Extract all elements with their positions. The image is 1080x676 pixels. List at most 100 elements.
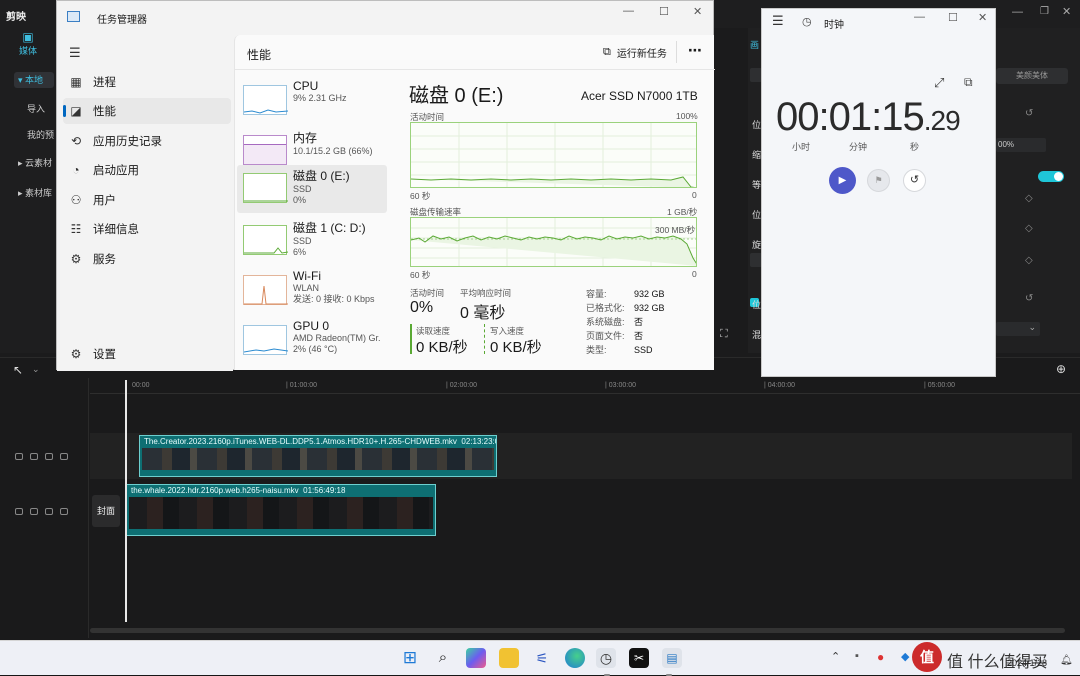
- keyframe-icon-2[interactable]: ◇: [1025, 193, 1033, 204]
- chevron-up-icon[interactable]: ⌃: [831, 650, 840, 663]
- track-icon[interactable]: [15, 453, 23, 460]
- scale-input[interactable]: 00%: [996, 138, 1046, 152]
- keyframe-icon-3[interactable]: ◇: [1025, 223, 1033, 234]
- minimize-icon[interactable]: —: [623, 5, 634, 17]
- more-icon[interactable]: ⋯: [688, 42, 702, 59]
- nav-processes[interactable]: ▦ 进程: [63, 69, 231, 95]
- right-tab[interactable]: 画: [750, 38, 759, 51]
- track2-controls[interactable]: [15, 507, 75, 518]
- sidebar-item-local[interactable]: ▾ 本地: [14, 72, 54, 88]
- cover-button[interactable]: 封面: [92, 495, 120, 527]
- watermark-logo: 值: [912, 642, 942, 672]
- tray-icon-2[interactable]: ●: [877, 650, 884, 664]
- capcut-icon[interactable]: ✂: [629, 648, 649, 668]
- copilot-icon[interactable]: [466, 648, 486, 668]
- playhead[interactable]: [125, 380, 127, 622]
- blend-dropdown[interactable]: ⌄: [996, 322, 1040, 336]
- nav-settings[interactable]: ⚙ 设置: [63, 341, 231, 367]
- nav-details[interactable]: ☷ 详细信息: [63, 216, 231, 242]
- clip-creator[interactable]: The.Creator.2023.2160p.iTunes.WEB-DL.DDP…: [139, 435, 497, 477]
- tray-icon-1[interactable]: ▪: [855, 650, 859, 662]
- expand-icon[interactable]: ⤢: [934, 75, 944, 91]
- hamburger-icon[interactable]: ☰: [772, 13, 784, 29]
- device-wifi[interactable]: Wi-Fi WLAN 发送: 0 接收: 0 Kbps: [237, 267, 387, 315]
- start-icon[interactable]: ⊞: [400, 648, 420, 668]
- minimize-icon[interactable]: —: [914, 11, 925, 23]
- device-disk1[interactable]: 磁盘 1 (C: D:) SSD 6%: [237, 217, 387, 265]
- prop-value: 否: [634, 317, 644, 327]
- reset-button[interactable]: ↺: [903, 169, 926, 192]
- audio-icon[interactable]: [60, 508, 68, 515]
- run-new-task-button[interactable]: ⧉ 运行新任务: [603, 45, 667, 60]
- clip-whale[interactable]: the.whale.2022.hdr.2160p.web.h265-naisu.…: [126, 484, 436, 536]
- network-tool-icon[interactable]: ⚟: [532, 648, 552, 668]
- close-icon[interactable]: ✕: [693, 5, 702, 18]
- track-icon[interactable]: [15, 508, 23, 515]
- ruler-5: | 05:00:00: [924, 382, 956, 389]
- device-sub: SSD: [293, 184, 312, 194]
- nav-users[interactable]: ⚇ 用户: [63, 187, 231, 213]
- play-button[interactable]: ▶: [829, 167, 856, 194]
- eye-icon[interactable]: [45, 453, 53, 460]
- reset-icon: ↺: [909, 174, 920, 186]
- toggle-switch[interactable]: [1038, 171, 1064, 182]
- eye-icon[interactable]: [45, 508, 53, 515]
- nav-performance[interactable]: ◪ 性能: [63, 98, 231, 124]
- clock-taskbar-icon[interactable]: ◷: [596, 648, 616, 668]
- keep-on-top-icon[interactable]: ⧉: [964, 75, 973, 90]
- startup-icon: ◔: [72, 163, 80, 177]
- device-disk0[interactable]: 磁盘 0 (E:) SSD 0%: [237, 165, 387, 213]
- nav-services[interactable]: ⚙ 服务: [63, 246, 231, 272]
- prop-value: SSD: [634, 345, 653, 355]
- nav-app-history[interactable]: ⟲ 应用历史记录: [63, 128, 231, 154]
- sidebar-item-import[interactable]: 导入: [27, 102, 45, 115]
- audio-icon[interactable]: [60, 453, 68, 460]
- time-ruler[interactable]: 00:00 | 01:00:00 | 02:00:00 | 03:00:00 |…: [90, 380, 1080, 394]
- minimize-icon[interactable]: —: [1012, 6, 1023, 18]
- lock-icon[interactable]: [30, 508, 38, 515]
- timeline-scrollbar[interactable]: [90, 628, 1065, 633]
- tray-icon-3[interactable]: ◆: [901, 650, 909, 663]
- lap-button[interactable]: ⚑: [867, 169, 890, 192]
- tab-media[interactable]: ▣ 媒体: [12, 30, 44, 60]
- beauty-tab[interactable]: 美颜美体: [996, 68, 1068, 84]
- flag-icon: ⚑: [874, 175, 883, 185]
- sidebar-item-presets[interactable]: 我的预: [27, 128, 54, 141]
- bell-icon[interactable]: 🔔︎: [1060, 655, 1073, 666]
- sidebar-item-library[interactable]: ▸ 素材库: [18, 186, 52, 199]
- device-gpu[interactable]: GPU 0 AMD Radeon(TM) Gr. 2% (46 °C): [237, 317, 387, 365]
- close-icon[interactable]: ✕: [1062, 5, 1071, 18]
- keyframe-icon[interactable]: ◇: [1025, 255, 1033, 266]
- close-icon[interactable]: ✕: [978, 11, 987, 24]
- hamburger-icon[interactable]: ☰: [69, 45, 81, 61]
- read-bar: [410, 324, 412, 354]
- file-explorer-icon[interactable]: [499, 648, 519, 668]
- fullscreen-icon[interactable]: ⛶: [720, 328, 728, 341]
- date-label: 2024/1/28: [1007, 658, 1048, 668]
- maximize-icon[interactable]: ☐: [659, 5, 669, 18]
- clip1-name: The.Creator.2023.2160p.iTunes.WEB-DL.DDP…: [144, 437, 457, 446]
- sidebar-item-cloud[interactable]: ▸ 云素材: [18, 156, 52, 169]
- search-icon[interactable]: ⌕: [433, 648, 453, 668]
- lock-icon[interactable]: [30, 453, 38, 460]
- cursor-tool-icon[interactable]: ↖: [13, 363, 23, 377]
- active-time-value: 0%: [410, 299, 434, 316]
- maximize-icon[interactable]: ☐: [948, 11, 958, 24]
- clock-title: 时钟: [824, 20, 844, 31]
- taskmgr-taskbar-icon[interactable]: ▤: [662, 648, 682, 668]
- nav-startup[interactable]: ◔ 启动应用: [63, 157, 231, 183]
- reset-icon[interactable]: ↺: [1025, 108, 1033, 119]
- reset-icon-2[interactable]: ↺: [1025, 293, 1033, 304]
- clip1-duration: 02:13:23:05: [461, 437, 496, 446]
- chevron-down-icon[interactable]: ⌄: [32, 364, 40, 375]
- wifi-thumb: [243, 275, 288, 305]
- restore-icon[interactable]: ❐: [1040, 6, 1049, 17]
- nav-label: 启动应用: [93, 165, 139, 177]
- task-manager-window: 任务管理器 — ☐ ✕ ☰ ▦ 进程 ◪ 性能 ⟲ 应用历史记录 ◔ 启动应用 ⚇ 用户 …: [56, 0, 715, 371]
- device-cpu[interactable]: CPU 9% 2.31 GHz: [237, 77, 387, 125]
- track1-controls[interactable]: [15, 452, 75, 463]
- device-list: CPU 9% 2.31 GHz 内存 10.1/15.2 GB (66%) 磁盘 0…: [235, 71, 390, 369]
- taskmgr-app-icon: [67, 11, 80, 22]
- zoom-in-icon[interactable]: ⊕: [1056, 362, 1066, 376]
- edge-icon[interactable]: [565, 648, 585, 668]
